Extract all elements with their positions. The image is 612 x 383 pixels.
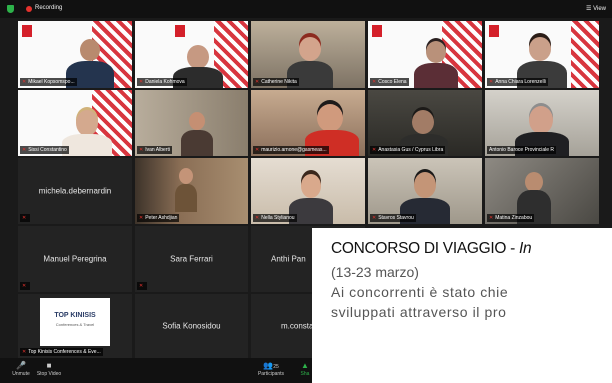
participant-name: ✕ Anna Chiara Lorenzelli	[487, 78, 548, 86]
participant-name: ✕ Matina Zinzabou	[487, 214, 535, 222]
participant-name: ✕ Mikael Kopsomspo...	[20, 78, 77, 86]
overlay-title: CONCORSO DI VIAGGIO - In	[331, 240, 532, 257]
unmute-button[interactable]: 🎤 Unmute	[6, 361, 36, 377]
view-label: View	[593, 6, 606, 12]
participant-name-center: Sofia Konosidou	[162, 321, 221, 331]
top-kinisis-logo: TOP KINISIS Conferences & Travel	[40, 298, 110, 346]
participant-mic: ✕	[137, 282, 148, 290]
video-tile[interactable]: ✕ maurizio.arnone@gasmeas...	[251, 90, 365, 156]
stop-video-label: Stop Video	[36, 371, 62, 377]
participant-name: ✕ Ivan Alberti	[137, 146, 172, 154]
participant-name: ✕ Peter Ashdjian	[137, 214, 180, 222]
participants-label: Participants	[257, 371, 285, 377]
unmute-label: Unmute	[12, 371, 30, 377]
overlay-text: Ai concorrenti è stato chie	[331, 284, 509, 300]
video-tile[interactable]: TOP KINISIS Conferences & Travel ✕ Top Ki…	[18, 294, 132, 358]
participant-name-center: Manuel Peregrina	[43, 254, 107, 264]
video-tile[interactable]: michela.debernardin ✕	[18, 158, 132, 224]
participant-name-center: michela.debernardin	[38, 186, 112, 196]
participants-icon: 👥25	[263, 361, 279, 370]
video-tile[interactable]: ✕ Anastasia Gus / Cyprus Libra	[368, 90, 482, 156]
video-tile[interactable]: ✕ Anna Chiara Lorenzelli	[485, 21, 599, 88]
share-label: Sha	[300, 371, 310, 377]
participants-button[interactable]: 👥25 Participants	[256, 361, 286, 377]
view-button[interactable]: ☰ View	[586, 5, 606, 12]
participant-mic: ✕	[20, 214, 31, 222]
participants-count: 25	[273, 364, 279, 370]
microphone-muted-icon: 🎤	[16, 361, 26, 370]
participant-name: ✕ Stavros Stavrou	[370, 214, 416, 222]
meeting-topbar: Recording ☰ View	[0, 0, 612, 18]
video-tile[interactable]: ✕ Stavros Stavrou	[368, 158, 482, 224]
mic-muted-icon: ✕	[22, 215, 27, 221]
camera-icon: ■	[46, 361, 52, 370]
participant-name: ✕ maurizio.arnone@gasmeas...	[253, 146, 329, 154]
video-tile[interactable]: Manuel Peregrina ✕	[18, 226, 132, 292]
video-tile[interactable]: Sofia Konosidou	[135, 294, 248, 358]
overlay-text-2: sviluppati attraverso il pro	[331, 304, 507, 320]
mic-muted-icon: ✕	[22, 79, 27, 85]
shield-icon[interactable]	[7, 5, 14, 13]
video-tile[interactable]: ✕ Daniela Kohmova	[135, 21, 248, 88]
participant-name: ✕ Catherine Nikita	[253, 78, 299, 86]
video-tile[interactable]: ✕ Nella Stylianou	[251, 158, 365, 224]
participant-name: Antonio Baroce Provinciale R	[487, 146, 557, 154]
video-tile[interactable]: ✕ Peter Ashdjian	[135, 158, 248, 224]
participant-name-center: Sara Ferrari	[170, 254, 213, 264]
video-tile[interactable]: ✕ Ivan Alberti	[135, 90, 248, 156]
caption-overlay: CONCORSO DI VIAGGIO - In (13-23 marzo) A…	[312, 228, 612, 383]
video-tile[interactable]: ✕ Catherine Nikita	[251, 21, 365, 88]
video-tile-active-speaker[interactable]: Antonio Baroce Provinciale R	[485, 90, 599, 156]
participant-name: ✕ Sissi Constantino	[20, 146, 69, 154]
overlay-dates: (13-23 marzo)	[331, 264, 419, 280]
video-tile[interactable]: ✕ Matina Zinzabou	[485, 158, 599, 224]
video-tile[interactable]: Sara Ferrari ✕	[135, 226, 248, 292]
participant-name: ✕ Daniela Kohmova	[137, 78, 187, 86]
participant-mic: ✕	[20, 282, 31, 290]
participant-name: ✕ Nella Stylianou	[253, 214, 297, 222]
participant-name: ✕ Anastasia Gus / Cyprus Libra	[370, 146, 446, 154]
participant-name: ✕ Top Kinisis Conferences & Eve...	[20, 348, 103, 356]
video-tile[interactable]: ✕ Mikael Kopsomspo...	[18, 21, 132, 88]
participant-name: ✕ Cosco Elena	[370, 78, 409, 86]
recording-label: Recording	[35, 5, 63, 11]
video-tile[interactable]: ✕ Sissi Constantino	[18, 90, 132, 156]
video-tile[interactable]: ✕ Cosco Elena	[368, 21, 482, 88]
stop-video-button[interactable]: ■ Stop Video	[34, 361, 64, 377]
recording-icon	[26, 6, 32, 12]
